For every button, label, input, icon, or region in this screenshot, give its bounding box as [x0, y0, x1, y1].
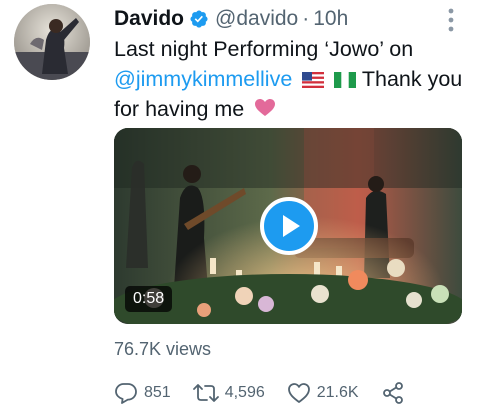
avatar[interactable]	[14, 4, 90, 80]
verified-badge-icon	[190, 10, 208, 28]
tweet-time[interactable]: 10h	[313, 7, 348, 31]
share-icon	[382, 382, 403, 404]
reply-button[interactable]: 851	[114, 382, 171, 404]
reply-icon	[115, 383, 137, 404]
nigeria-flag-icon	[334, 72, 357, 88]
video-duration: 0:58	[125, 286, 173, 312]
retweet-count: 4,596	[224, 384, 265, 401]
avatar-image	[14, 4, 90, 80]
like-button[interactable]: 21.6K	[287, 382, 359, 404]
tweet-text: Last night Performing ‘Jowo’ on @jimmyki…	[114, 34, 464, 124]
pink-heart-icon	[255, 99, 276, 116]
like-count: 21.6K	[316, 384, 359, 401]
reply-count: 851	[144, 384, 171, 401]
retweet-icon	[192, 384, 219, 402]
tweet[interactable]: Davido @davido · 10h Last night Performi…	[0, 0, 480, 417]
retweet-button[interactable]: 4,596	[192, 383, 265, 403]
tweet-text-intro: Last night Performing ‘Jowo’ on	[114, 37, 414, 61]
separator-dot: ·	[302, 7, 310, 30]
author-name[interactable]: Davido	[114, 7, 184, 31]
us-flag-icon	[302, 72, 325, 88]
tweet-header: Davido @davido · 10h	[114, 6, 348, 32]
mention-link[interactable]: @jimmykimmellive	[114, 67, 292, 91]
tweet-actions: 851 4,596 21.6K	[114, 380, 433, 406]
views-count: 76.7K views	[114, 339, 212, 359]
author-handle[interactable]: @davido	[215, 7, 298, 31]
heart-icon	[287, 383, 310, 403]
play-icon	[283, 215, 300, 237]
share-button[interactable]	[381, 381, 411, 405]
more-options-icon[interactable]	[448, 8, 454, 32]
play-button[interactable]	[260, 197, 318, 255]
